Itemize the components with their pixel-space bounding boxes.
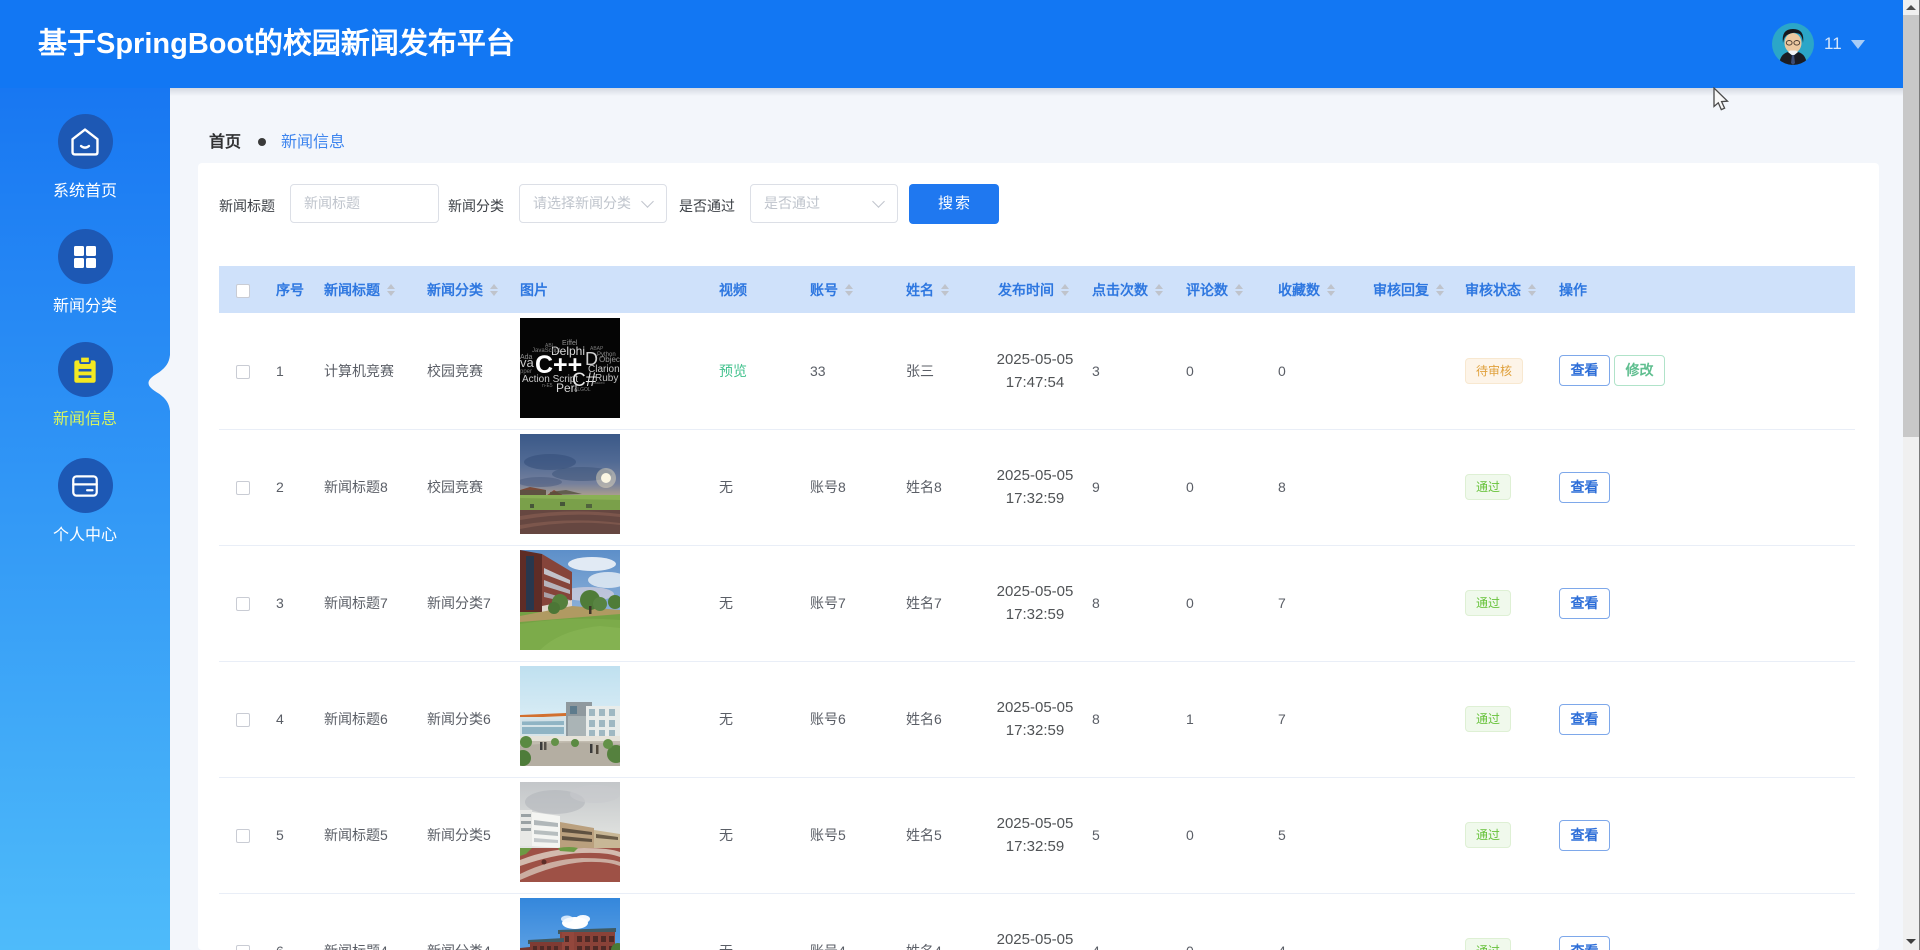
svg-text:n-E5: n-E5 <box>542 383 553 389</box>
svg-text:Objec: Objec <box>599 355 620 364</box>
svg-text:JavaScript: JavaScript <box>532 348 560 354</box>
svg-text:Eiffel: Eiffel <box>562 340 578 347</box>
svg-text:haskell: haskell <box>592 380 605 385</box>
svg-text:pper: pper <box>520 369 532 375</box>
svg-text:Ada: Ada <box>520 354 533 361</box>
svg-text:ALGOL: ALGOL <box>574 387 591 393</box>
